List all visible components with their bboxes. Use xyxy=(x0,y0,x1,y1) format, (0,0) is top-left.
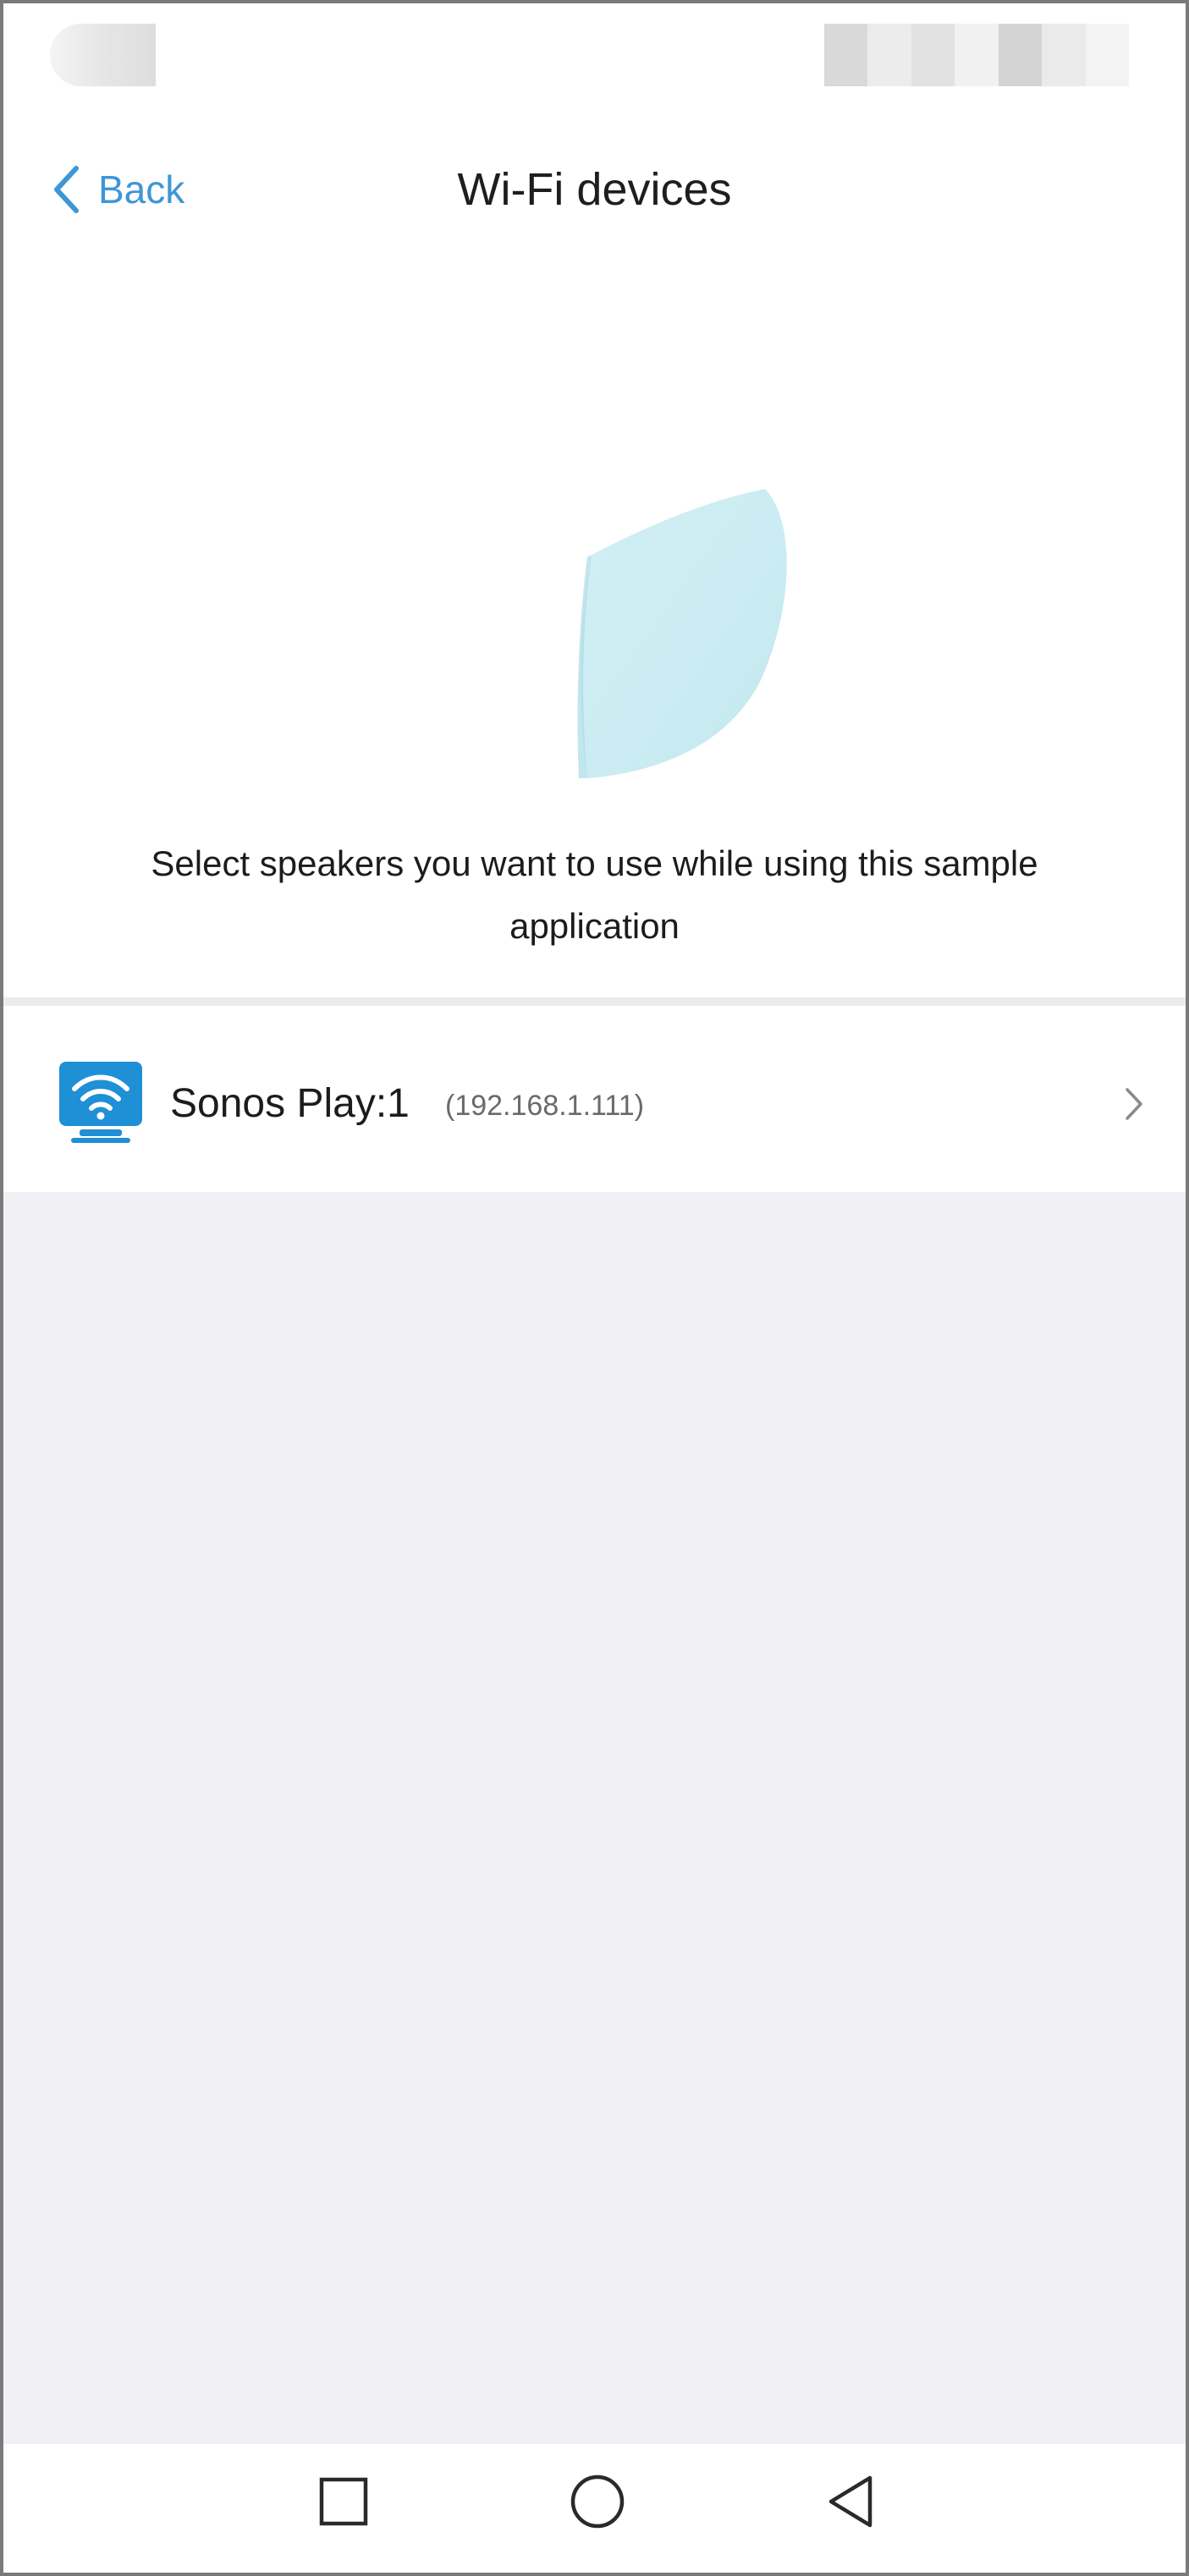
chevron-right-icon xyxy=(1126,1088,1142,1120)
square-recents-icon xyxy=(319,2477,368,2526)
section-divider xyxy=(3,997,1186,1006)
wifi-display-icon xyxy=(59,1062,142,1143)
speaker-illustration xyxy=(577,489,787,778)
device-list-empty-area xyxy=(3,1192,1186,2444)
description-text: Select speakers you want to use while us… xyxy=(151,843,1038,946)
triangle-back-icon xyxy=(828,2475,872,2528)
recents-button[interactable] xyxy=(310,2468,377,2535)
circle-home-icon xyxy=(570,2474,625,2529)
device-row-sonos-play-1[interactable]: Sonos Play:1 (192.168.1.111) xyxy=(3,1006,1186,1192)
system-navigation-bar xyxy=(3,2444,1186,2573)
status-bar-right-blurred xyxy=(824,24,1129,86)
home-button[interactable] xyxy=(564,2468,631,2535)
system-back-button[interactable] xyxy=(817,2468,885,2535)
page-title: Wi-Fi devices xyxy=(457,164,732,215)
device-ip-address: (192.168.1.111) xyxy=(445,1090,645,1122)
device-name: Sonos Play:1 xyxy=(170,1081,410,1126)
status-bar xyxy=(3,3,1186,96)
status-bar-left-blurred xyxy=(50,24,156,86)
navigation-bar: Back Wi-Fi devices xyxy=(3,130,1186,249)
phone-screen: Back Wi-Fi devices Select speakers you w… xyxy=(0,0,1189,2576)
